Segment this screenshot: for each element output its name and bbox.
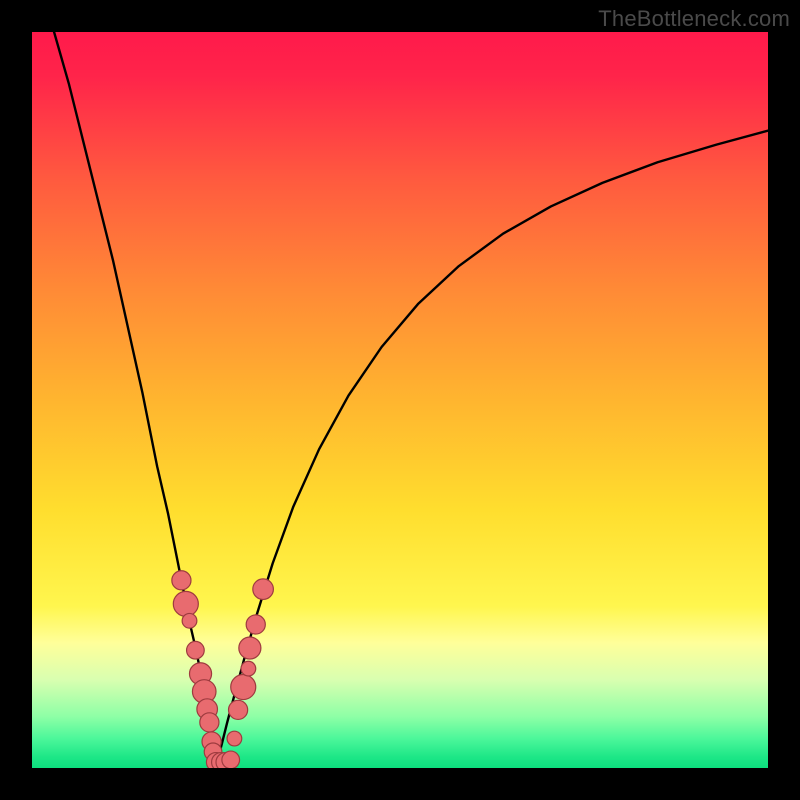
data-point	[182, 613, 197, 628]
data-point	[227, 731, 242, 746]
data-point	[241, 661, 256, 676]
chart-plot-area	[32, 32, 768, 768]
data-point	[246, 615, 265, 634]
data-point	[172, 571, 191, 590]
gradient-background	[32, 32, 768, 768]
data-point	[239, 637, 261, 659]
data-point	[200, 713, 219, 732]
data-point	[222, 751, 240, 768]
data-point	[253, 579, 274, 600]
data-point	[173, 591, 198, 616]
data-point	[187, 641, 205, 659]
data-point	[231, 675, 256, 700]
watermark-label: TheBottleneck.com	[598, 6, 790, 32]
data-point	[229, 700, 248, 719]
chart-svg	[32, 32, 768, 768]
chart-frame: TheBottleneck.com	[0, 0, 800, 800]
